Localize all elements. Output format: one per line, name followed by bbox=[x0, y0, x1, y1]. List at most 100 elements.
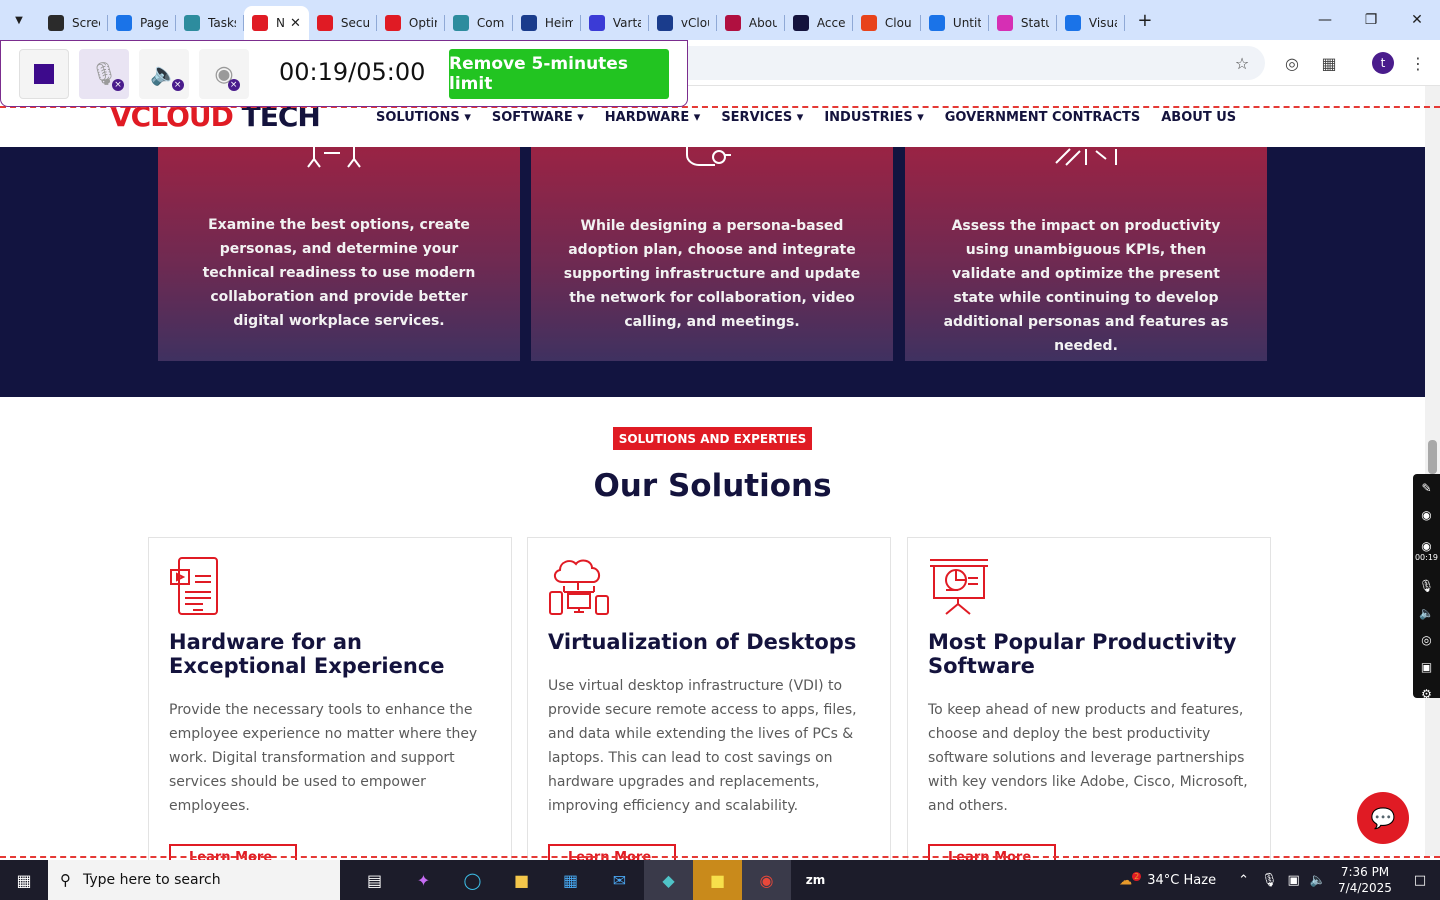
tab-title: vClou bbox=[680, 16, 709, 30]
webcam-icon[interactable]: ◎ bbox=[1413, 626, 1440, 653]
new-tab-button[interactable]: + bbox=[1131, 10, 1159, 31]
browser-tab[interactable]: Optir bbox=[377, 6, 445, 40]
browser-tab[interactable]: Statu bbox=[989, 6, 1057, 40]
task-view-icon[interactable]: ▤ bbox=[350, 860, 399, 900]
close-window-icon[interactable]: ✕ bbox=[1394, 0, 1440, 40]
nav-item-label: HARDWARE bbox=[604, 110, 690, 125]
nav-item-label: SOFTWARE bbox=[491, 110, 573, 125]
scrollbar-thumb[interactable] bbox=[1428, 440, 1437, 474]
chat-button[interactable]: 💬 bbox=[1357, 792, 1409, 844]
copilot-icon[interactable]: ✦ bbox=[399, 860, 448, 900]
nav-item-label: ABOUT US bbox=[1161, 110, 1237, 125]
browser-menu-icon[interactable]: ⋮ bbox=[1407, 52, 1429, 74]
tab-search-chevron-icon[interactable]: ▼ bbox=[6, 7, 32, 33]
profile-avatar[interactable]: t bbox=[1372, 52, 1394, 74]
browser-tab[interactable]: Page bbox=[108, 6, 176, 40]
browser-tab[interactable]: Heim bbox=[513, 6, 581, 40]
browser-tab[interactable]: Secu bbox=[309, 6, 377, 40]
webcam-toggle[interactable]: ◉ × bbox=[199, 49, 249, 99]
devices-icon bbox=[686, 147, 731, 166]
solution-card-text: Provide the necessary tools to enhance t… bbox=[169, 702, 478, 814]
close-tab-icon[interactable]: ✕ bbox=[290, 16, 301, 31]
microphone-muted-icon: 🎙 × bbox=[90, 62, 124, 91]
network-icon[interactable]: ▣ bbox=[1288, 873, 1300, 888]
mic-icon[interactable]: 🎙 bbox=[1413, 572, 1440, 599]
tab-favicon-icon bbox=[860, 15, 877, 31]
browser-tab[interactable]: Com bbox=[445, 6, 513, 40]
system-tray: ☁ 2 34°C Haze ⌃ 🎙 ▣ 🔈 7:36 PM 7/4/2025 □ bbox=[1119, 860, 1440, 900]
solution-card: Most Popular Productivity Software To ke… bbox=[907, 537, 1271, 874]
zoom-icon[interactable]: zm bbox=[791, 860, 840, 900]
record-icon[interactable]: ◉ 00:19 bbox=[1413, 528, 1440, 572]
stop-recording-button[interactable] bbox=[19, 49, 69, 99]
browser-tab[interactable]: Abou bbox=[717, 6, 785, 40]
search-icon: ⚲ bbox=[60, 871, 71, 889]
nav-item[interactable]: ABOUT US bbox=[1161, 110, 1236, 125]
weather-icon[interactable]: ☁ 2 bbox=[1119, 871, 1142, 888]
tab-favicon-icon bbox=[48, 15, 64, 31]
stop-square-icon bbox=[34, 64, 54, 84]
browser-tab[interactable]: Visua bbox=[1057, 6, 1125, 40]
solution-card-title: Virtualization of Desktops bbox=[548, 630, 857, 654]
nav-dropdown-caret-icon: ▾ bbox=[572, 110, 584, 125]
nav-item[interactable]: INDUSTRIES ▾ bbox=[824, 110, 923, 125]
clock-time: 7:36 PM bbox=[1340, 865, 1390, 879]
weather-text[interactable]: 34°C Haze bbox=[1147, 873, 1216, 888]
sticky-notes-icon[interactable]: ■ bbox=[693, 860, 742, 900]
bookmark-star-icon[interactable]: ☆ bbox=[1231, 52, 1253, 74]
tab-title: Statu bbox=[1020, 16, 1049, 30]
edge-icon[interactable]: ◯ bbox=[448, 860, 497, 900]
taskbar-search-box[interactable]: ⚲ Type here to search bbox=[48, 860, 340, 900]
address-bar[interactable] bbox=[640, 46, 1265, 80]
tab-favicon-icon bbox=[656, 15, 673, 31]
solution-card: Hardware for an Exceptional Experience P… bbox=[148, 537, 512, 874]
microphone-toggle[interactable]: 🎙 × bbox=[79, 49, 129, 99]
browser-tab[interactable]: Clou bbox=[853, 6, 921, 40]
browser-tab[interactable]: Scree bbox=[40, 6, 108, 40]
browser-tab[interactable]: Acce bbox=[785, 6, 853, 40]
browser-tab[interactable]: Tasks bbox=[176, 6, 244, 40]
pen-icon[interactable]: ✎ bbox=[1413, 474, 1440, 501]
maximize-icon[interactable]: ❐ bbox=[1348, 0, 1394, 40]
process-card-text: While designing a persona-based adoption… bbox=[563, 218, 861, 330]
nav-item[interactable]: HARDWARE ▾ bbox=[605, 110, 701, 125]
notifications-icon[interactable]: □ bbox=[1400, 873, 1440, 888]
globe-icon[interactable]: ◎ bbox=[1281, 52, 1303, 74]
tray-chevron-icon[interactable]: ⌃ bbox=[1238, 873, 1249, 888]
tab-favicon-icon bbox=[252, 15, 268, 31]
camera-icon[interactable]: ◉ bbox=[1413, 501, 1440, 528]
remove-limit-button[interactable]: Remove 5-minutes limit bbox=[449, 49, 669, 99]
windows-start-icon[interactable]: ▦ bbox=[0, 860, 48, 900]
nav-item[interactable]: GOVERNMENT CONTRACTS bbox=[945, 110, 1140, 125]
nav-item[interactable]: SERVICES ▾ bbox=[721, 110, 803, 125]
speaker-icon[interactable]: 🔈 bbox=[1413, 599, 1440, 626]
recording-timer: 00:19/05:00 bbox=[279, 58, 426, 86]
app-diamond-icon[interactable]: ◆ bbox=[644, 860, 693, 900]
browser-tab[interactable]: N ✕ bbox=[244, 6, 309, 40]
minimize-icon[interactable]: — bbox=[1302, 0, 1348, 40]
chrome-icon[interactable]: ◉ bbox=[742, 860, 791, 900]
window-icon[interactable]: ▣ bbox=[1413, 653, 1440, 680]
store-icon[interactable]: ▦ bbox=[546, 860, 595, 900]
window-controls: — ❐ ✕ bbox=[1302, 0, 1440, 40]
file-explorer-icon[interactable]: ■ bbox=[497, 860, 546, 900]
tab-favicon-icon bbox=[384, 15, 401, 31]
browser-tab[interactable]: Varta bbox=[581, 6, 649, 40]
nav-item[interactable]: SOLUTIONS ▾ bbox=[376, 110, 471, 125]
taskbar-apps: ▤ ✦ ◯ ■ ▦ ✉ ◆ ■ ◉ zm bbox=[350, 860, 840, 900]
volume-icon[interactable]: 🔈 bbox=[1310, 873, 1326, 888]
process-card: Examine the best options, create persona… bbox=[158, 147, 520, 361]
taskbar-clock[interactable]: 7:36 PM 7/4/2025 bbox=[1330, 864, 1400, 896]
system-audio-toggle[interactable]: 🔈 × bbox=[139, 49, 189, 99]
mail-icon[interactable]: ✉ bbox=[595, 860, 644, 900]
nav-dropdown-caret-icon: ▾ bbox=[912, 110, 924, 125]
screen-recorder-widget: 🎙 × 🔈 × ◉ × 00:19/05:00 Remove 5-minutes li… bbox=[0, 40, 688, 107]
tray-mic-icon[interactable]: 🎙 bbox=[1261, 873, 1278, 888]
capture-area-bottom-border bbox=[0, 856, 1440, 858]
browser-tab[interactable]: vClou bbox=[649, 6, 717, 40]
extensions-puzzle-icon[interactable]: ▦ bbox=[1318, 52, 1340, 74]
nav-item[interactable]: SOFTWARE ▾ bbox=[492, 110, 584, 125]
browser-tab[interactable]: Untit bbox=[921, 6, 989, 40]
settings-gear-icon[interactable]: ⚙ bbox=[1413, 680, 1440, 707]
section-badge: SOLUTIONS AND EXPERTIES bbox=[613, 427, 812, 450]
